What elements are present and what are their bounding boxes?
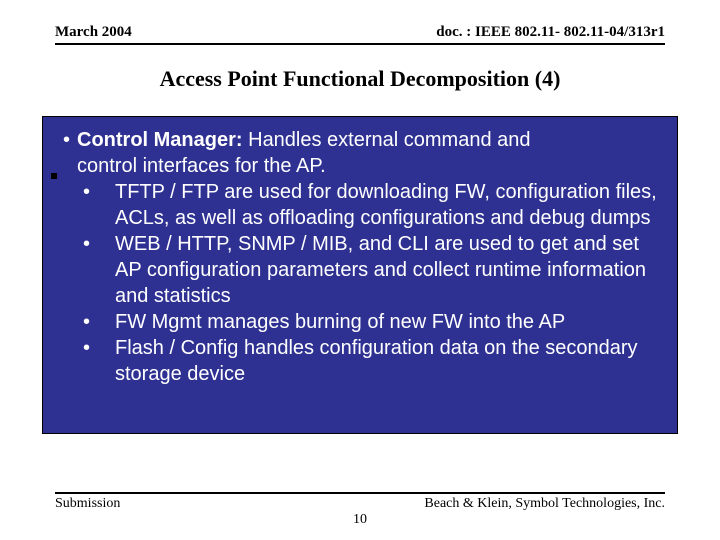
- header-rule: [55, 43, 665, 45]
- bullet-dot-icon: •: [99, 179, 115, 205]
- footer-left: Submission: [55, 496, 120, 512]
- footer-row: Submission Beach & Klein, Symbol Technol…: [55, 496, 665, 512]
- bullet-level-1: •Control Manager: Handles external comma…: [63, 127, 663, 153]
- sub-item-text: FW Mgmt manages burning of new FW into t…: [115, 311, 565, 333]
- footer-rule: [55, 492, 665, 494]
- header-date: March 2004: [55, 24, 132, 41]
- sub-item-text: Flash / Config handles configuration dat…: [115, 337, 638, 385]
- header: March 2004 doc. : IEEE 802.11- 802.11-04…: [55, 24, 665, 45]
- bullet-level-2: •WEB / HTTP, SNMP / MIB, and CLI are use…: [99, 231, 663, 309]
- header-doc-id: doc. : IEEE 802.11- 802.11-04/313r1: [436, 24, 665, 41]
- footer-right: Beach & Klein, Symbol Technologies, Inc.: [424, 496, 665, 512]
- footer: Submission Beach & Klein, Symbol Technol…: [55, 492, 665, 512]
- square-bullet-icon: [51, 173, 57, 179]
- sub-item-text: TFTP / FTP are used for downloading FW, …: [115, 181, 657, 229]
- bullet-dot-icon: •: [99, 309, 115, 335]
- bullet-level-2: •TFTP / FTP are used for downloading FW,…: [99, 179, 663, 231]
- bullet-level-2: •FW Mgmt manages burning of new FW into …: [99, 309, 663, 335]
- bullet-dot-icon: •: [99, 231, 115, 257]
- slide-title: Access Point Functional Decomposition (4…: [0, 66, 720, 92]
- bullet-dot-icon: •: [99, 335, 115, 361]
- slide: March 2004 doc. : IEEE 802.11- 802.11-04…: [0, 0, 720, 540]
- lead-rest: Handles external command and: [243, 129, 531, 151]
- lead-label: Control Manager:: [77, 129, 243, 151]
- content-panel: •Control Manager: Handles external comma…: [42, 116, 678, 434]
- lead-continuation: control interfaces for the AP.: [77, 153, 663, 179]
- footer-page-number: 10: [55, 512, 665, 528]
- bullet-level-2: •Flash / Config handles configuration da…: [99, 335, 663, 387]
- bullet-dot-icon: •: [63, 127, 77, 153]
- header-row: March 2004 doc. : IEEE 802.11- 802.11-04…: [55, 24, 665, 41]
- sub-item-text: WEB / HTTP, SNMP / MIB, and CLI are used…: [115, 233, 646, 307]
